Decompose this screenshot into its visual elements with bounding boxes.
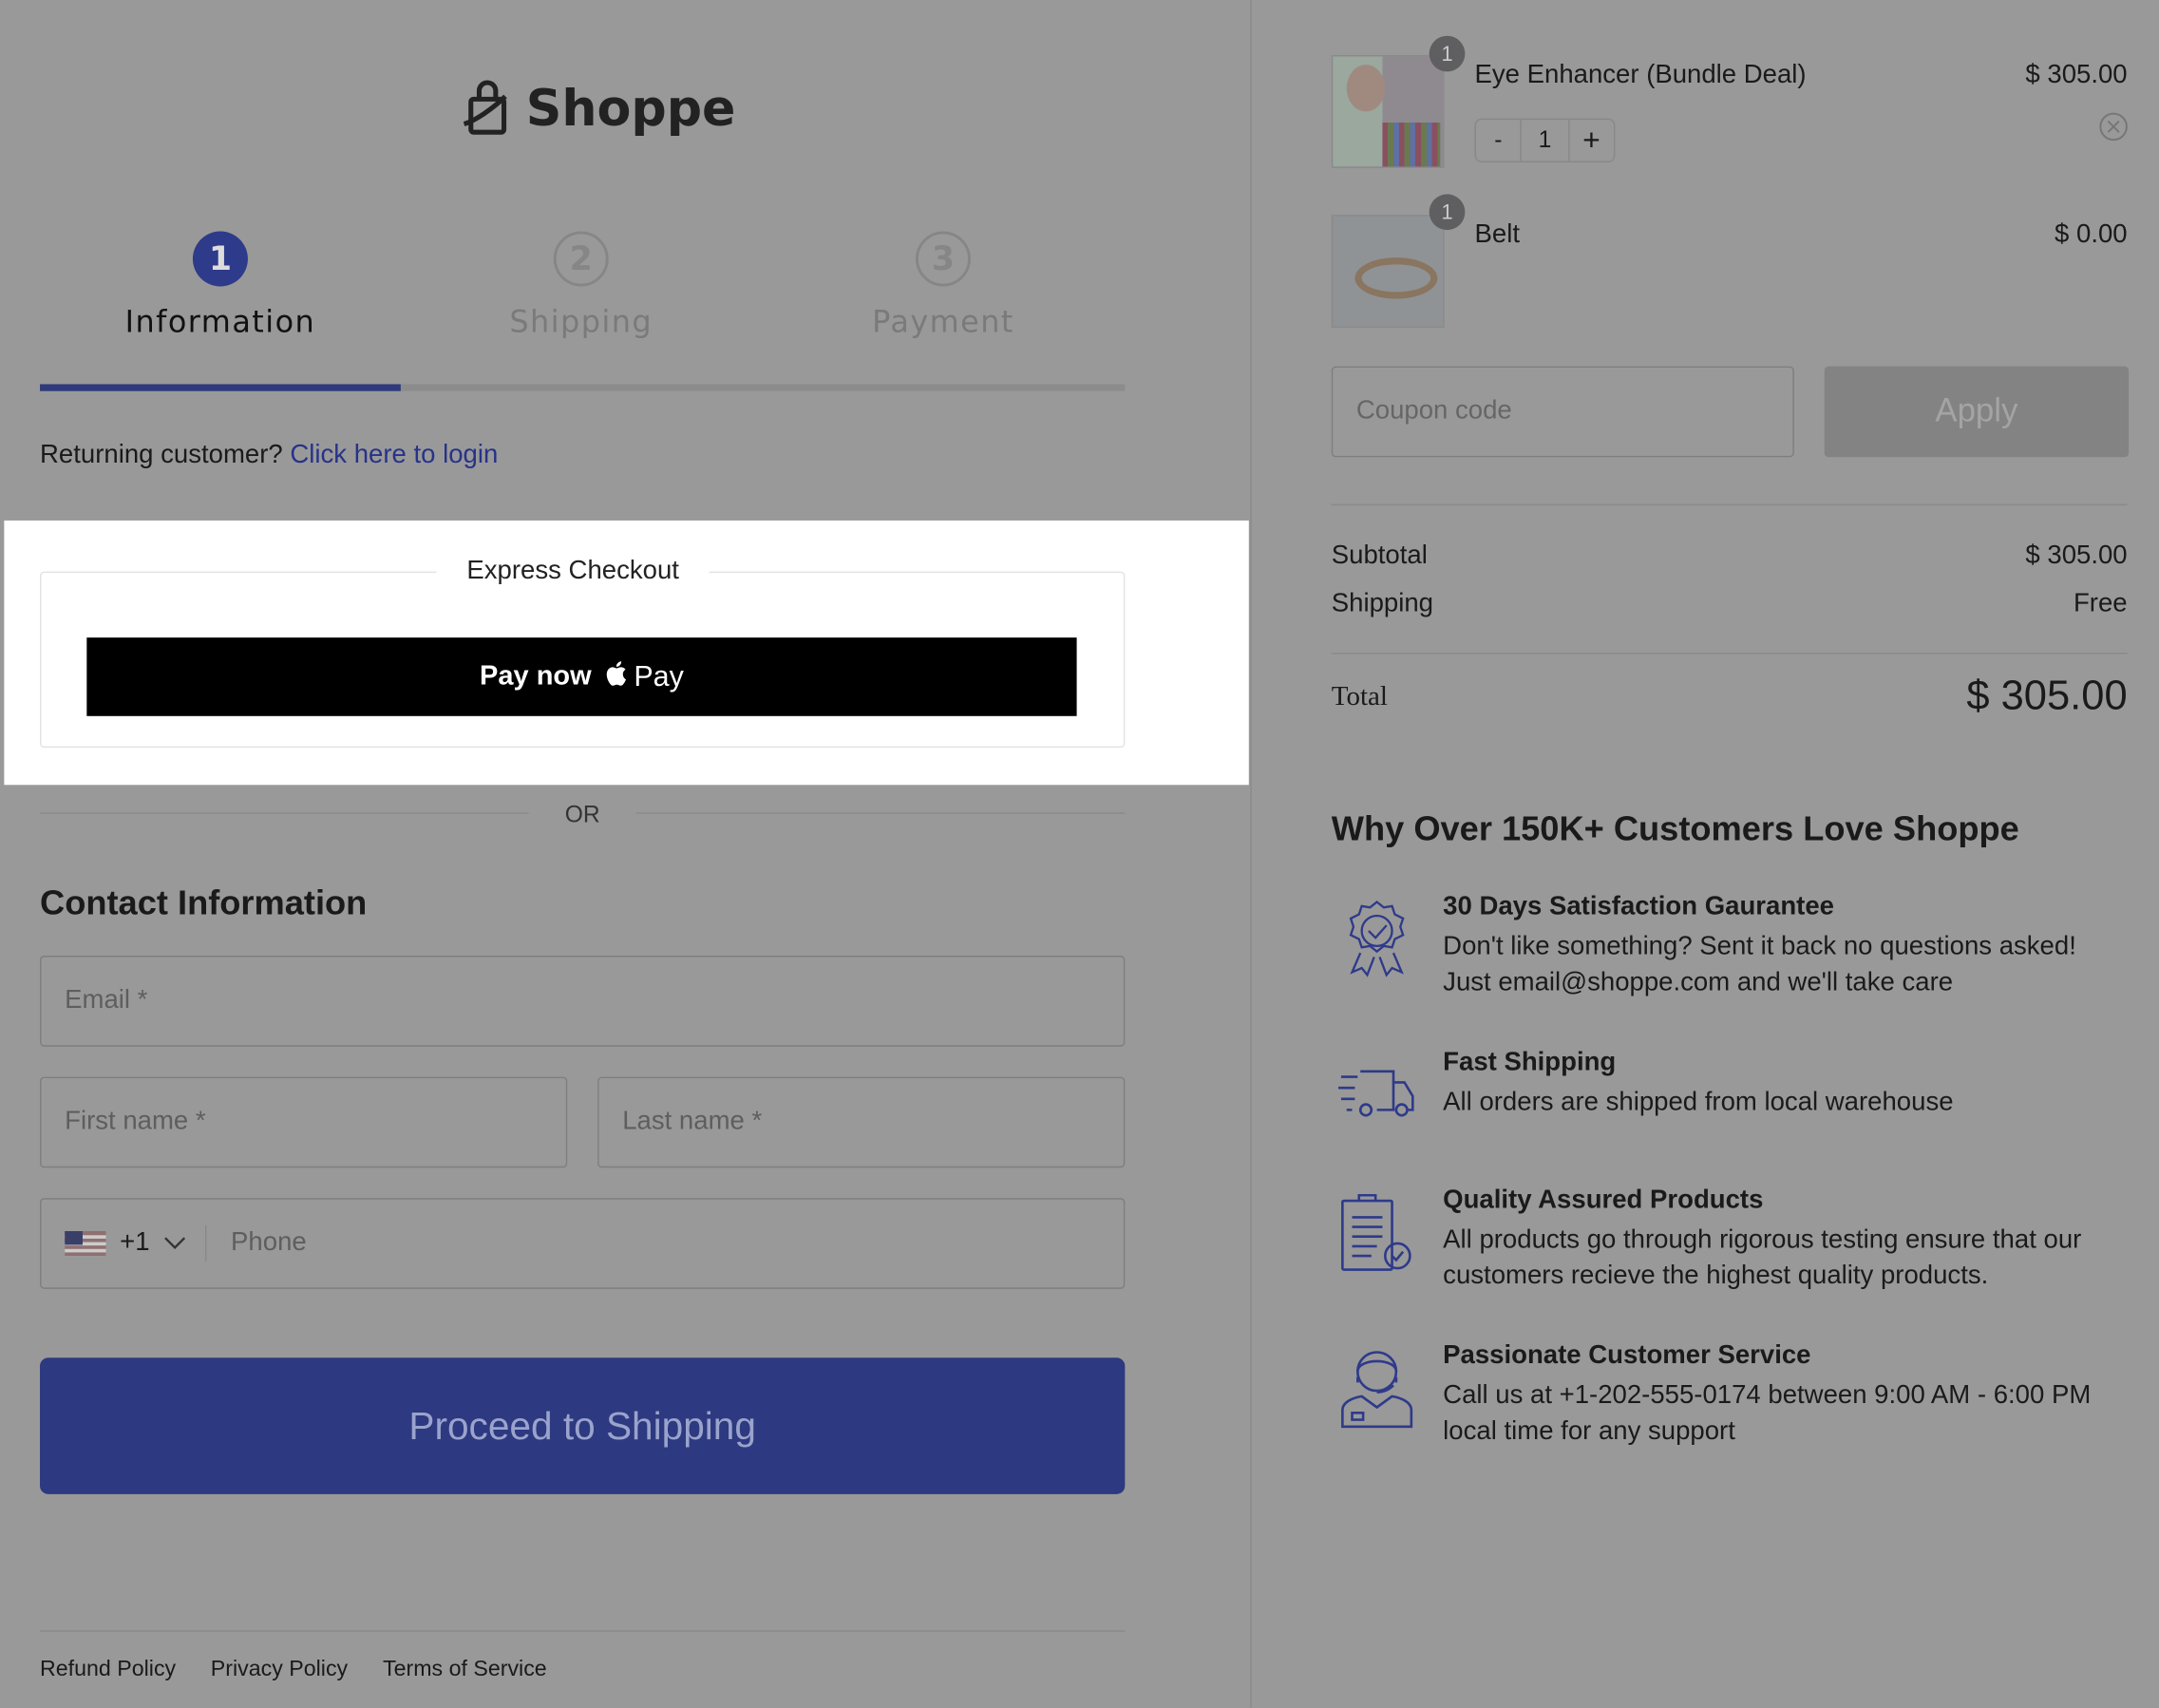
product-name: Belt [1474, 219, 1520, 250]
increase-qty-button[interactable]: + [1569, 120, 1614, 161]
feature-title: Fast Shipping [1443, 1048, 1617, 1077]
first-name-field[interactable]: First name * [40, 1076, 568, 1168]
feature-body: Call us at +1-202-555-0174 between 9:00 … [1443, 1380, 2092, 1447]
quantity-stepper: - 1 + [1474, 118, 1616, 163]
step-number: 1 [192, 231, 248, 287]
pay-now-label: Pay now [480, 660, 592, 692]
shopping-bag-icon [463, 80, 507, 135]
or-divider-right [635, 812, 1126, 814]
step-shipping[interactable]: 2 Shipping [401, 231, 762, 341]
proceed-to-shipping-button[interactable]: Proceed to Shipping [40, 1357, 1126, 1494]
step-information[interactable]: 1 Information [40, 231, 401, 341]
phone-field[interactable]: +1 Phone [40, 1198, 1126, 1289]
login-link[interactable]: Click here to login [290, 441, 498, 469]
terms-of-service-link[interactable]: Terms of Service [383, 1658, 547, 1682]
email-placeholder: Email * [65, 985, 148, 1015]
step-label: Payment [872, 305, 1014, 341]
us-flag-icon [65, 1230, 106, 1257]
apple-pay-button[interactable]: Pay now Pay [86, 637, 1077, 716]
express-checkout-section: Express Checkout Pay now Pay [4, 520, 1249, 786]
total-label: Total [1331, 681, 1388, 712]
footer-divider [40, 1630, 1126, 1632]
total-value: $ 305.00 [1966, 673, 2128, 719]
contact-title: Contact Information [40, 883, 368, 923]
truck-icon [1338, 1070, 1414, 1117]
returning-text: Returning customer? [40, 440, 283, 470]
last-name-field[interactable]: Last name * [597, 1076, 1126, 1168]
shipping-label: Shipping [1331, 589, 1433, 618]
summary-divider [1331, 503, 2128, 506]
feature-body: All products go through rigorous testing… [1443, 1225, 2082, 1291]
quantity-input[interactable]: 1 [1522, 120, 1570, 161]
chevron-down-icon [163, 1237, 185, 1249]
feature-body: All orders are shipped from local wareho… [1443, 1088, 1954, 1117]
step-number: 3 [915, 231, 971, 287]
step-payment[interactable]: 3 Payment [763, 231, 1124, 341]
clipboard-check-icon [1341, 1193, 1411, 1271]
step-label: Information [124, 305, 316, 341]
decrease-qty-button[interactable]: - [1476, 120, 1523, 161]
quantity-badge: 1 [1429, 194, 1466, 231]
country-code: +1 [120, 1228, 150, 1258]
remove-item-icon[interactable] [2098, 111, 2129, 142]
product-image-belt [1331, 215, 1445, 329]
feature-title: 30 Days Satisfaction Gaurantee [1443, 892, 1834, 921]
express-checkout-title: Express Checkout [436, 556, 710, 587]
checkout-page: Shoppe 1 Information 2 Shipping 3 Paymen… [0, 0, 2159, 1708]
returning-customer: Returning customer? Click here to login [40, 441, 498, 471]
coupon-code-input[interactable]: Coupon code [1331, 366, 1794, 458]
first-name-placeholder: First name * [65, 1107, 206, 1136]
panel-divider [1250, 0, 1252, 1708]
brand-name: Shoppe [525, 80, 736, 138]
step-number: 2 [553, 231, 609, 287]
product-name: Eye Enhancer (Bundle Deal) [1474, 60, 1807, 90]
feature-title: Passionate Customer Service [1443, 1340, 1811, 1371]
refund-policy-link[interactable]: Refund Policy [40, 1658, 176, 1682]
apple-pay-mark: Pay [605, 660, 684, 693]
award-badge-icon [1349, 901, 1405, 977]
coupon-placeholder: Coupon code [1355, 396, 1512, 426]
feature-title: Quality Assured Products [1443, 1186, 1764, 1215]
brand-logo[interactable]: Shoppe [460, 80, 735, 138]
email-field[interactable]: Email * [40, 956, 1126, 1047]
privacy-policy-link[interactable]: Privacy Policy [211, 1658, 348, 1682]
product-image-eye-enhancer [1331, 54, 1445, 168]
product-price: $ 0.00 [2055, 219, 2128, 250]
subtotal-label: Subtotal [1331, 541, 1428, 571]
last-name-placeholder: Last name * [622, 1107, 763, 1136]
step-label: Shipping [509, 305, 653, 341]
apple-pay-text: Pay [634, 660, 684, 693]
why-title: Why Over 150K+ Customers Love Shoppe [1331, 809, 2019, 848]
shipping-value: Free [2073, 589, 2128, 618]
apple-icon [606, 660, 626, 686]
step-progress-bar [40, 384, 1126, 391]
feature-body: Don't like something? Sent it back no qu… [1443, 932, 2076, 997]
phone-placeholder: Phone [231, 1228, 307, 1258]
progress-fill [40, 384, 402, 391]
subtotal-value: $ 305.00 [2025, 541, 2128, 571]
total-divider [1331, 653, 2128, 655]
product-price: $ 305.00 [2025, 60, 2128, 90]
country-code-select[interactable]: +1 [65, 1225, 206, 1262]
or-label: OR [564, 801, 600, 828]
or-divider-left [40, 812, 529, 814]
quantity-badge: 1 [1429, 35, 1466, 72]
support-agent-icon [1341, 1351, 1413, 1429]
apply-coupon-button[interactable]: Apply [1824, 366, 2130, 458]
